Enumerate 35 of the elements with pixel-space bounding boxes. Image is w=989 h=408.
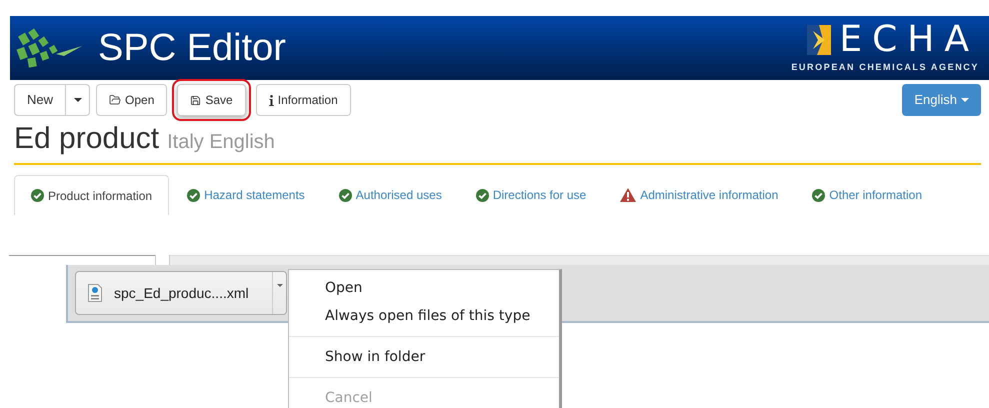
agency-logo-icon <box>807 24 832 55</box>
file-icon <box>88 284 102 302</box>
tab[interactable]: Hazard statements <box>171 175 321 215</box>
open-button[interactable]: Open <box>96 84 168 116</box>
agency-logo-text: ECHA <box>839 22 979 58</box>
check-circle-icon <box>338 188 352 202</box>
language-dropdown[interactable]: English <box>902 84 981 116</box>
new-dropdown-button[interactable] <box>66 84 90 116</box>
caret-icon <box>961 98 969 102</box>
info-button[interactable]: Information <box>256 84 351 116</box>
menu-item[interactable]: Always open files of this type <box>289 302 559 330</box>
product-name: Ed product <box>14 122 160 156</box>
tab[interactable]: Administrative information <box>604 175 794 215</box>
product-subtitle: Italy English <box>167 130 275 155</box>
save-icon <box>190 94 202 106</box>
app-title: SPC Editor <box>98 29 286 67</box>
check-circle-icon <box>476 188 489 202</box>
caret-icon <box>276 284 282 287</box>
info-icon <box>268 94 274 106</box>
tab[interactable]: Authorised uses <box>322 175 458 215</box>
menu-item[interactable]: Open <box>289 274 559 302</box>
tab[interactable]: Directions for use <box>460 175 602 215</box>
download-menu-button[interactable] <box>272 272 286 314</box>
check-circle-icon <box>812 188 826 202</box>
warning-icon <box>620 188 636 202</box>
check-circle-icon <box>31 189 44 202</box>
caret-icon <box>74 98 82 102</box>
folder-icon <box>109 94 122 106</box>
menu-item[interactable]: Show in folder <box>289 343 559 371</box>
tab[interactable]: Other information <box>796 175 938 215</box>
tab[interactable]: Product information <box>14 175 170 215</box>
check-circle-icon <box>187 188 200 202</box>
agency-subtitle: EUROPEAN CHEMICALS AGENCY <box>791 60 979 74</box>
leaf-logo-icon <box>16 26 84 70</box>
new-button[interactable]: New <box>14 84 66 116</box>
